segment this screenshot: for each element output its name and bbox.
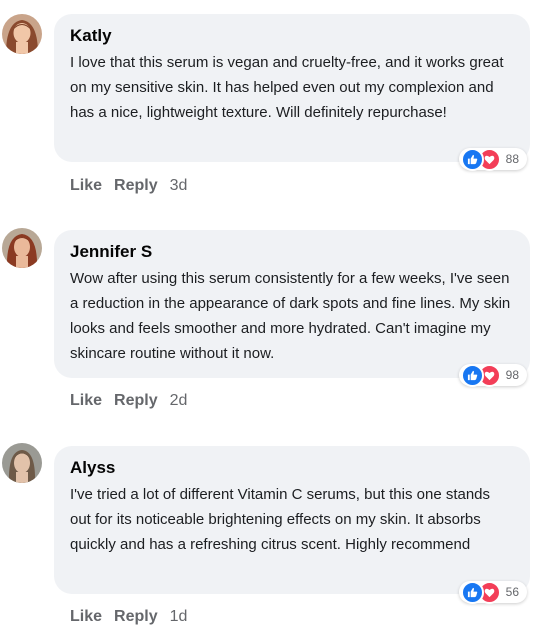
like-button[interactable]: Like bbox=[70, 608, 102, 626]
comment-timestamp[interactable]: 1d bbox=[170, 608, 188, 626]
reactions-summary[interactable]: 56 bbox=[458, 580, 527, 604]
comment-bubble: Jennifer S Wow after using this serum co… bbox=[54, 230, 530, 378]
reaction-count: 88 bbox=[505, 152, 519, 166]
reaction-count: 56 bbox=[505, 585, 519, 599]
reply-button[interactable]: Reply bbox=[114, 392, 158, 410]
comment-bubble: Alyss I've tried a lot of different Vita… bbox=[54, 446, 530, 594]
avatar[interactable] bbox=[2, 443, 42, 483]
comment-author[interactable]: Jennifer S bbox=[70, 241, 514, 263]
comment-timestamp[interactable]: 2d bbox=[170, 392, 188, 410]
comment-bubble: Katly I love that this serum is vegan an… bbox=[54, 14, 530, 162]
comment-author[interactable]: Alyss bbox=[70, 457, 514, 479]
comment-actions: Like Reply 2d bbox=[70, 392, 187, 410]
reply-button[interactable]: Reply bbox=[114, 177, 158, 195]
thumbs-up-icon bbox=[460, 147, 484, 171]
thumbs-up-icon bbox=[460, 363, 484, 387]
comment-actions: Like Reply 1d bbox=[70, 608, 187, 626]
comment-timestamp[interactable]: 3d bbox=[170, 177, 188, 195]
like-button[interactable]: Like bbox=[70, 177, 102, 195]
comment-text: I love that this serum is vegan and crue… bbox=[70, 54, 504, 121]
comment-text: Wow after using this serum consistently … bbox=[70, 270, 511, 362]
comment-text: I've tried a lot of different Vitamin C … bbox=[70, 486, 491, 553]
reactions-summary[interactable]: 98 bbox=[458, 363, 527, 387]
like-button[interactable]: Like bbox=[70, 392, 102, 410]
avatar[interactable] bbox=[2, 228, 42, 268]
avatar[interactable] bbox=[2, 14, 42, 54]
reaction-count: 98 bbox=[505, 368, 519, 382]
reply-button[interactable]: Reply bbox=[114, 608, 158, 626]
comment-author[interactable]: Katly bbox=[70, 25, 514, 47]
comment-actions: Like Reply 3d bbox=[70, 177, 187, 195]
reactions-summary[interactable]: 88 bbox=[458, 147, 527, 171]
thumbs-up-icon bbox=[460, 580, 484, 604]
